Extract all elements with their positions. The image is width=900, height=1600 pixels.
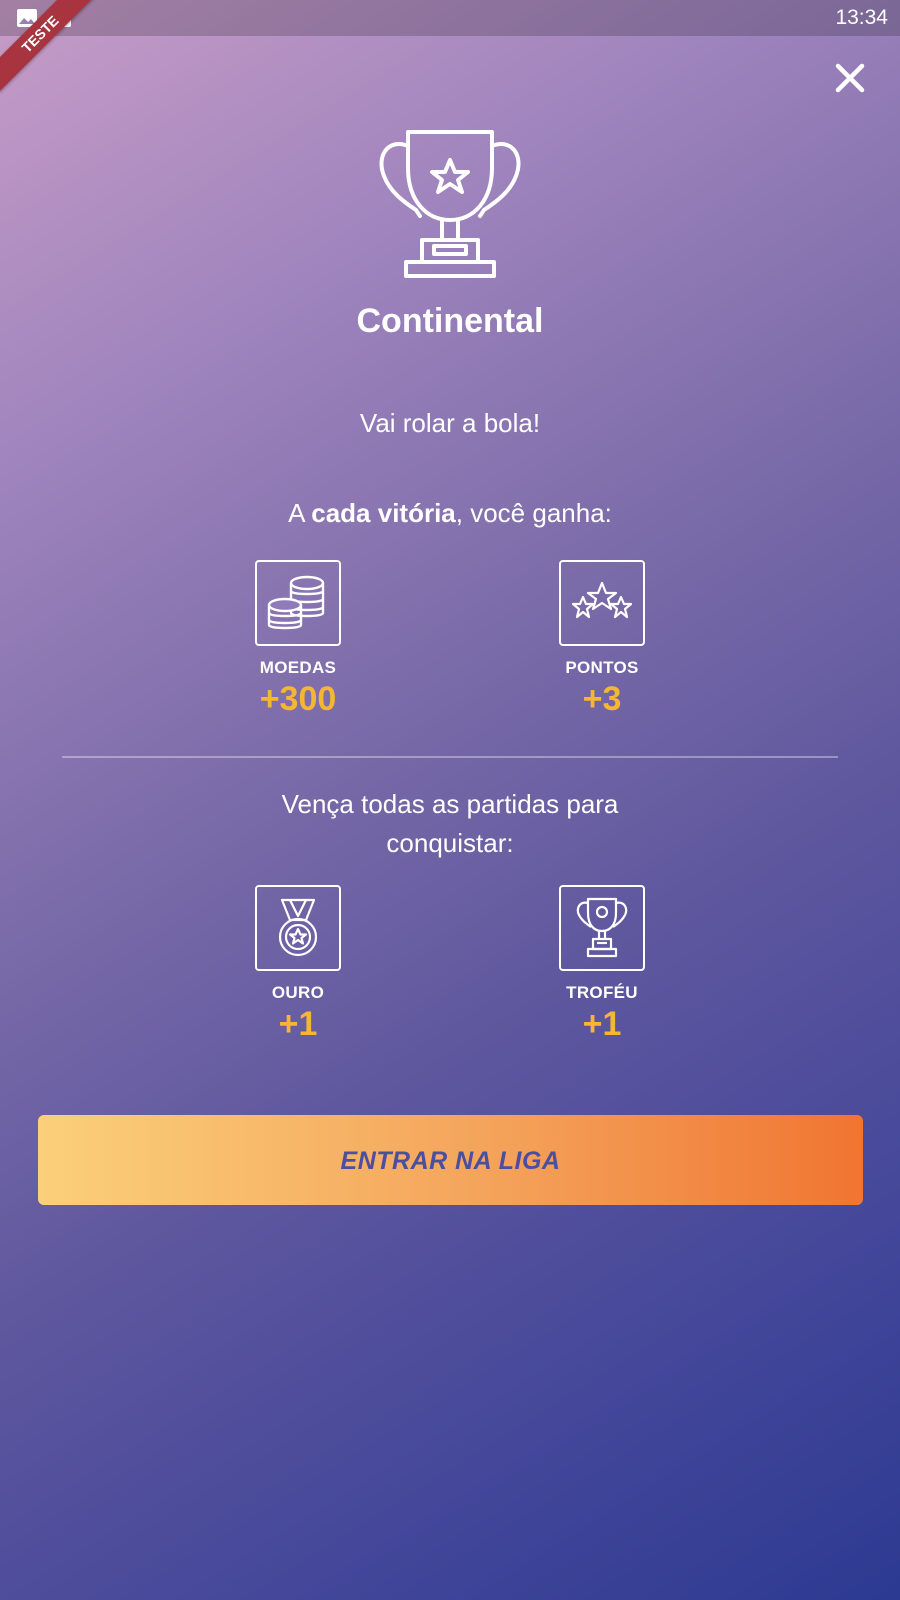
coins-icon [267,575,325,630]
status-time: 13:34 [835,6,888,29]
reward-trophy-box [559,885,645,971]
reward-coins: MOEDAS +300 [218,560,378,719]
reward-points-label: PONTOS [565,658,639,677]
reward-gold-label: OURO [271,983,325,1002]
medal-icon [278,898,318,957]
stars-icon [571,581,633,619]
per-win-emphasis: cada vitória [311,498,456,528]
per-win-prefix: A [288,498,312,528]
reward-points-box [559,560,645,646]
close-icon[interactable] [832,60,868,96]
reward-gold-box [255,885,341,971]
divider [62,756,838,758]
reward-trophy-value: +1 [582,1005,622,1043]
per-win-suffix: , você ganha: [455,498,612,528]
page-title: Continental [356,302,544,340]
reward-coins-value: +300 [259,680,337,718]
status-bar: 13:34 [0,0,900,36]
reward-points-value: +3 [582,680,622,718]
reward-gold-value: +1 [278,1005,318,1043]
reward-trophy-label: TROFÉU [566,983,638,1002]
reward-coins-label: MOEDAS [259,658,337,677]
conquer-heading: Vença todas as partidas para conquistar: [281,789,619,858]
reward-points: PONTOS +3 [522,560,682,719]
trophy-icon [379,130,521,278]
reward-coins-box [255,560,341,646]
reward-gold: OURO +1 [218,885,378,1044]
reward-trophy: TROFÉU +1 [522,885,682,1044]
trophy-icon [576,897,628,958]
subtitle: Vai rolar a bola! [359,408,541,438]
join-league-button[interactable]: ENTRAR NA LIGA [38,1115,863,1205]
per-win-heading: A cada vitória, você ganha: [0,498,900,529]
